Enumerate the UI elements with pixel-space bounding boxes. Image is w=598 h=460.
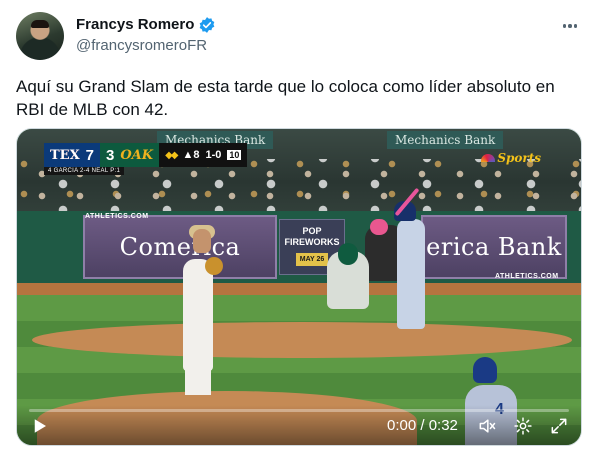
progress-bar[interactable] <box>29 409 569 412</box>
scorebug: TEX 7 3 OAK ◆◆ ▲8 1-0 10 <box>44 143 248 167</box>
time-display: 0:00 / 0:32 <box>387 417 458 434</box>
away-score: 7 <box>85 146 95 164</box>
glove <box>205 257 223 275</box>
inning: ▲8 <box>182 149 200 161</box>
author-handle[interactable]: @francysromeroFR <box>76 36 216 56</box>
batter <box>397 219 425 329</box>
ad-sign-right: Mechanics Bank <box>387 131 504 149</box>
scorebug-home: 3 OAK <box>100 143 160 167</box>
infield-dirt <box>32 322 572 358</box>
peacock-icon <box>481 154 496 162</box>
broadcast-label: Sports <box>497 151 541 165</box>
away-team-logo: TEX <box>50 147 80 163</box>
warning-track <box>17 283 581 295</box>
catcher-mask <box>338 243 358 265</box>
avatar[interactable] <box>16 12 64 60</box>
scorebug-subline: 4 GARCIA 2-4 NEAL P:1 <box>44 167 125 175</box>
broadcast-logo: Sports <box>481 151 541 165</box>
bases-diamond-icon: ◆◆ <box>165 149 178 161</box>
play-icon[interactable] <box>31 417 49 435</box>
scorebug-away: TEX 7 <box>44 143 101 167</box>
outs-label: 10 <box>227 150 242 160</box>
author-display-name[interactable]: Francys Romero <box>76 15 194 35</box>
runner-helmet <box>473 357 497 383</box>
fullscreen-icon[interactable] <box>549 416 569 436</box>
ad-panel-right: erica Bank <box>421 215 567 279</box>
athletics-label-right: ATHLETICS.COM <box>495 273 559 280</box>
home-team-logo: OAK <box>120 147 154 163</box>
umpire-helmet <box>370 219 388 235</box>
tweet-header: Francys Romero @francysromeroFR <box>16 12 582 60</box>
pitcher-head <box>193 229 211 253</box>
volume-icon[interactable] <box>477 416 497 436</box>
scorebug-state: ◆◆ ▲8 1-0 10 <box>159 143 248 167</box>
center-ad-date: MAY 26 <box>295 253 329 266</box>
ad-panel-left: Comerica Bank <box>83 215 277 321</box>
center-ad-title: POP FIREWORKS <box>284 226 340 247</box>
settings-icon[interactable] <box>513 416 533 436</box>
tweet-text: Aquí su Grand Slam de esta tarde que lo … <box>16 77 555 119</box>
video-controls: 0:00 / 0:32 <box>17 405 581 445</box>
home-score: 3 <box>106 146 115 164</box>
pitcher <box>183 259 213 371</box>
author-block: Francys Romero @francysromeroFR <box>76 15 216 56</box>
more-icon[interactable] <box>558 16 582 36</box>
video-player[interactable]: Mechanics Bank Mechanics Bank Comerica B… <box>16 128 582 446</box>
count: 1-0 <box>205 149 222 161</box>
athletics-label-left: ATHLETICS.COM <box>85 213 149 220</box>
verified-badge-icon <box>200 17 215 33</box>
